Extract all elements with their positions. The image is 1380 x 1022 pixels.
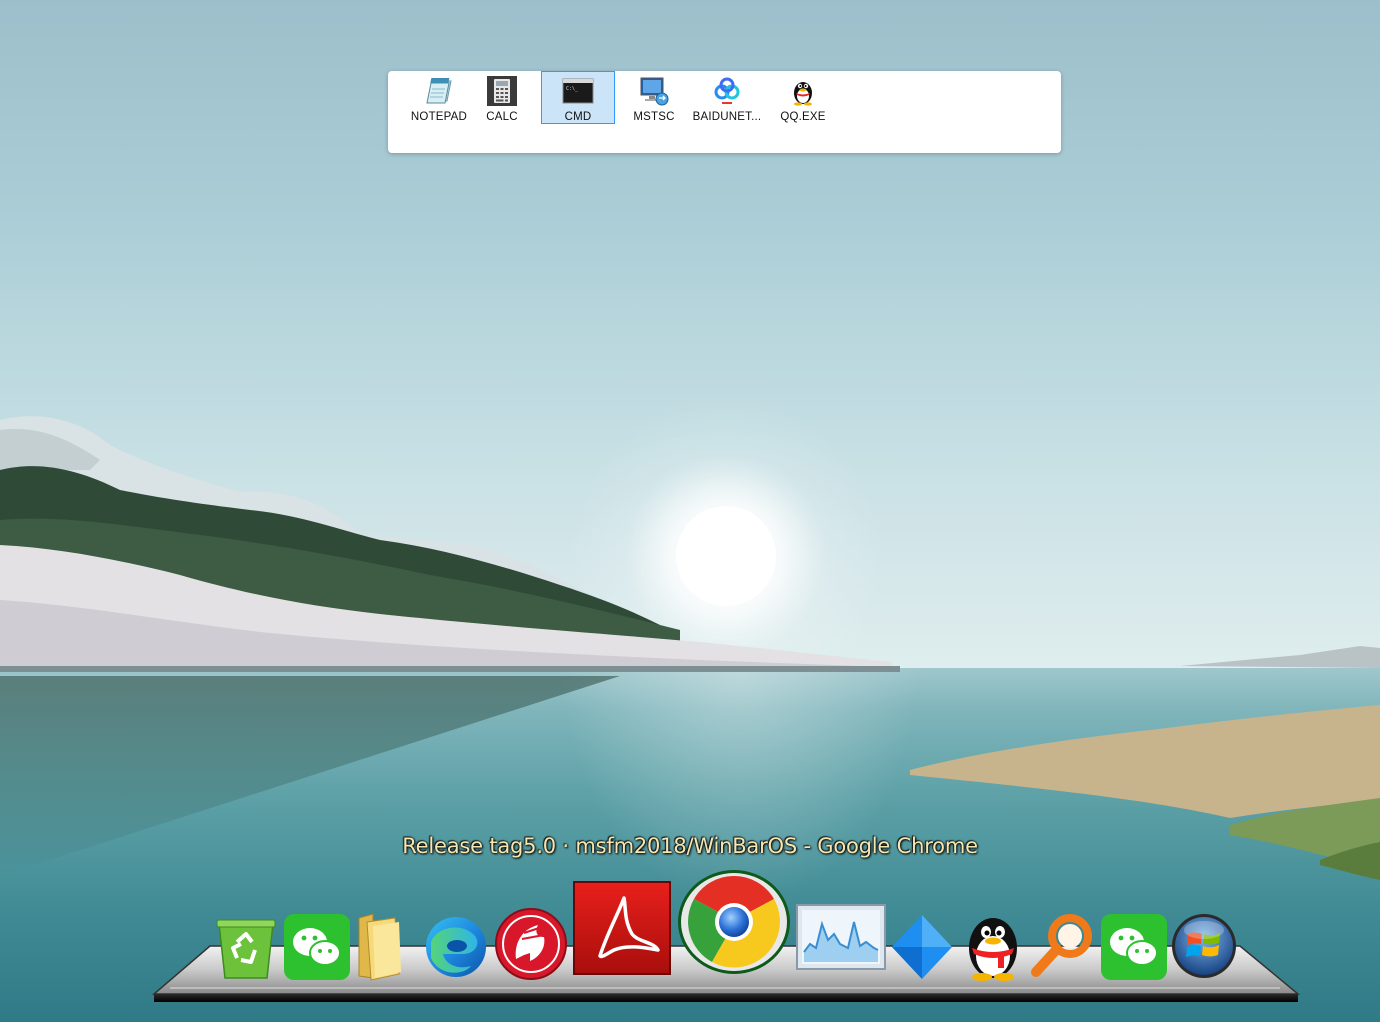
launcher-item-label: NOTEPAD [410,111,468,123]
folder-icon[interactable] [355,912,407,982]
launcher-item-baidunetdisk[interactable]: BAIDUNET... [690,71,764,124]
launcher-item-label: CALC [486,111,518,123]
notepad-icon [426,78,452,104]
remote-desktop-icon [640,77,669,106]
launcher-item-label: CMD [564,111,592,123]
launcher-item-calc[interactable]: CALC [465,71,539,124]
launcher-item-mstsc[interactable]: MSTSC [617,71,691,124]
acrobat-reader-icon[interactable] [572,880,672,976]
launcher-item-label: BAIDUNET... [692,111,762,123]
edge-browser-icon[interactable] [423,914,489,980]
qq-penguin-icon [794,82,812,106]
search-magnifier-icon[interactable] [1030,912,1096,980]
launcher-item-qq[interactable]: QQ.EXE [766,71,840,124]
qq-penguin-icon[interactable] [958,910,1028,982]
baidu-netdisk-icon [714,77,740,104]
command-prompt-icon: C:\_ [562,78,594,104]
chrome-icon[interactable] [676,868,792,976]
delphi-icon[interactable] [494,907,568,981]
calculator-icon [487,76,517,106]
app-launcher-panel: NOTEPAD CALC C:\_ CMD MSTSC BAIDUNET... … [388,71,1061,153]
recycle-bin-icon[interactable] [211,912,281,982]
dock-active-window-title: Release tag5.0 · msfm2018/WinBarOS - Goo… [402,834,978,858]
launcher-item-label: MSTSC [633,111,675,123]
launcher-item-label: QQ.EXE [780,111,826,123]
wechat-icon[interactable] [282,912,352,982]
svg-text:C:\_: C:\_ [566,86,579,92]
launcher-item-cmd[interactable]: C:\_ CMD [541,71,615,124]
wechat-icon[interactable] [1099,912,1169,982]
resource-monitor-icon[interactable] [796,904,886,970]
windows-start-icon[interactable] [1170,912,1238,980]
blue-diamond-app-icon[interactable] [889,912,955,982]
